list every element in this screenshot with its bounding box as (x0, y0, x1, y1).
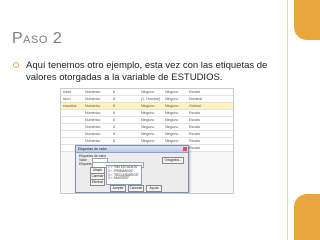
cell-width: 8 (113, 90, 115, 94)
cell-type: Numérico (85, 104, 101, 108)
accent-shape-top (294, 0, 320, 40)
cell-missing: Ninguno (165, 97, 179, 101)
cell-measure: Escala (189, 118, 200, 122)
close-icon[interactable] (183, 147, 187, 151)
table-row[interactable]: Numérico 8 Ninguno Ninguno Escala (61, 131, 233, 138)
label-label: Etiqueta: (79, 162, 93, 166)
cell-values: Ninguno (141, 111, 155, 115)
embedded-screenshot: edad Numérico 8 Ninguno Ninguno Escala s… (60, 88, 234, 194)
cell-type: Numérico (85, 90, 101, 94)
cell-missing: Ninguno (165, 90, 179, 94)
table-row-selected[interactable]: estudios Numérico 8 Ninguno Ninguno Ordi… (61, 103, 233, 110)
cell-width: 8 (113, 132, 115, 136)
cell-width: 8 (113, 118, 115, 122)
cell-width: 8 (113, 139, 115, 143)
slide-title: Paso 2 (12, 30, 63, 47)
table-row[interactable]: Numérico 8 Ninguno Ninguno Escala (61, 138, 233, 145)
table-row[interactable]: sexo Numérico 8 {1, Hombre} Ninguno Nomi… (61, 96, 233, 103)
cell-measure: Nominal (189, 97, 203, 101)
cell-name: sexo (63, 97, 71, 101)
help-button[interactable]: Ayuda (146, 185, 162, 192)
spelling-button[interactable]: Ortografía... (162, 157, 184, 164)
cell-missing: Ninguno (165, 125, 179, 129)
cell-values: Ninguno (141, 118, 155, 122)
cell-measure: Escala (189, 125, 200, 129)
cell-type: Numérico (85, 139, 101, 143)
cell-measure: Escala (189, 139, 200, 143)
cancel-button[interactable]: Cancelar (128, 185, 144, 192)
cell-width: 8 (113, 125, 115, 129)
bullet-point: Aquí tenemos otro ejemplo, esta vez con … (13, 60, 274, 84)
cell-type: Numérico (85, 132, 101, 136)
cell-name: estudios (63, 104, 77, 108)
cell-missing: Ninguno (165, 111, 179, 115)
cell-values: Ninguno (141, 90, 155, 94)
table-row[interactable]: Numérico 8 Ninguno Ninguno Escala (61, 117, 233, 124)
table-row[interactable]: Numérico 8 Ninguno Ninguno Escala (61, 110, 233, 117)
cell-missing: Ninguno (165, 104, 179, 108)
list-item[interactable]: 4 = "MASTER" (107, 177, 141, 181)
cell-measure: Escala (189, 90, 200, 94)
cell-width: 8 (113, 104, 115, 108)
bullet-text: Aquí tenemos otro ejemplo, esta vez con … (26, 60, 268, 83)
remove-button[interactable]: Eliminar (90, 179, 105, 186)
cell-width: 8 (113, 111, 115, 115)
variable-grid: edad Numérico 8 Ninguno Ninguno Escala s… (61, 89, 233, 152)
cell-width: 8 (113, 97, 115, 101)
cell-measure: Ordinal (189, 104, 201, 108)
cell-values: {1, Hombre} (141, 97, 161, 101)
bullet-circle-icon (13, 62, 19, 68)
cell-values: Ninguno (141, 104, 155, 108)
cell-measure: Escala (189, 111, 200, 115)
dialog-title: Etiquetas de valor (78, 147, 107, 151)
ok-button[interactable]: Aceptar (110, 185, 126, 192)
cell-missing: Ninguno (165, 139, 179, 143)
cell-missing: Ninguno (165, 118, 179, 122)
cell-values: Ninguno (141, 125, 155, 129)
cell-type: Numérico (85, 111, 101, 115)
cell-name: edad (63, 90, 71, 94)
value-labels-list[interactable]: 1 = "SIN ESTUDIOS" 2 = "PRIMARIOS" 3 = "… (106, 165, 142, 185)
value-labels-dialog: Etiquetas de valor Etiquetas de valor Va… (75, 145, 189, 193)
cell-measure: Escala (189, 146, 200, 150)
cell-values: Ninguno (141, 132, 155, 136)
cell-type: Numérico (85, 118, 101, 122)
cell-values: Ninguno (141, 139, 155, 143)
dialog-titlebar: Etiquetas de valor (76, 146, 188, 153)
cell-missing: Ninguno (165, 132, 179, 136)
accent-divider (287, 0, 288, 240)
accent-shape-bottom (294, 194, 320, 240)
cell-type: Numérico (85, 97, 101, 101)
table-row[interactable]: edad Numérico 8 Ninguno Ninguno Escala (61, 89, 233, 96)
table-row[interactable]: Numérico 8 Ninguno Ninguno Escala (61, 124, 233, 131)
cell-measure: Escala (189, 132, 200, 136)
cell-type: Numérico (85, 125, 101, 129)
